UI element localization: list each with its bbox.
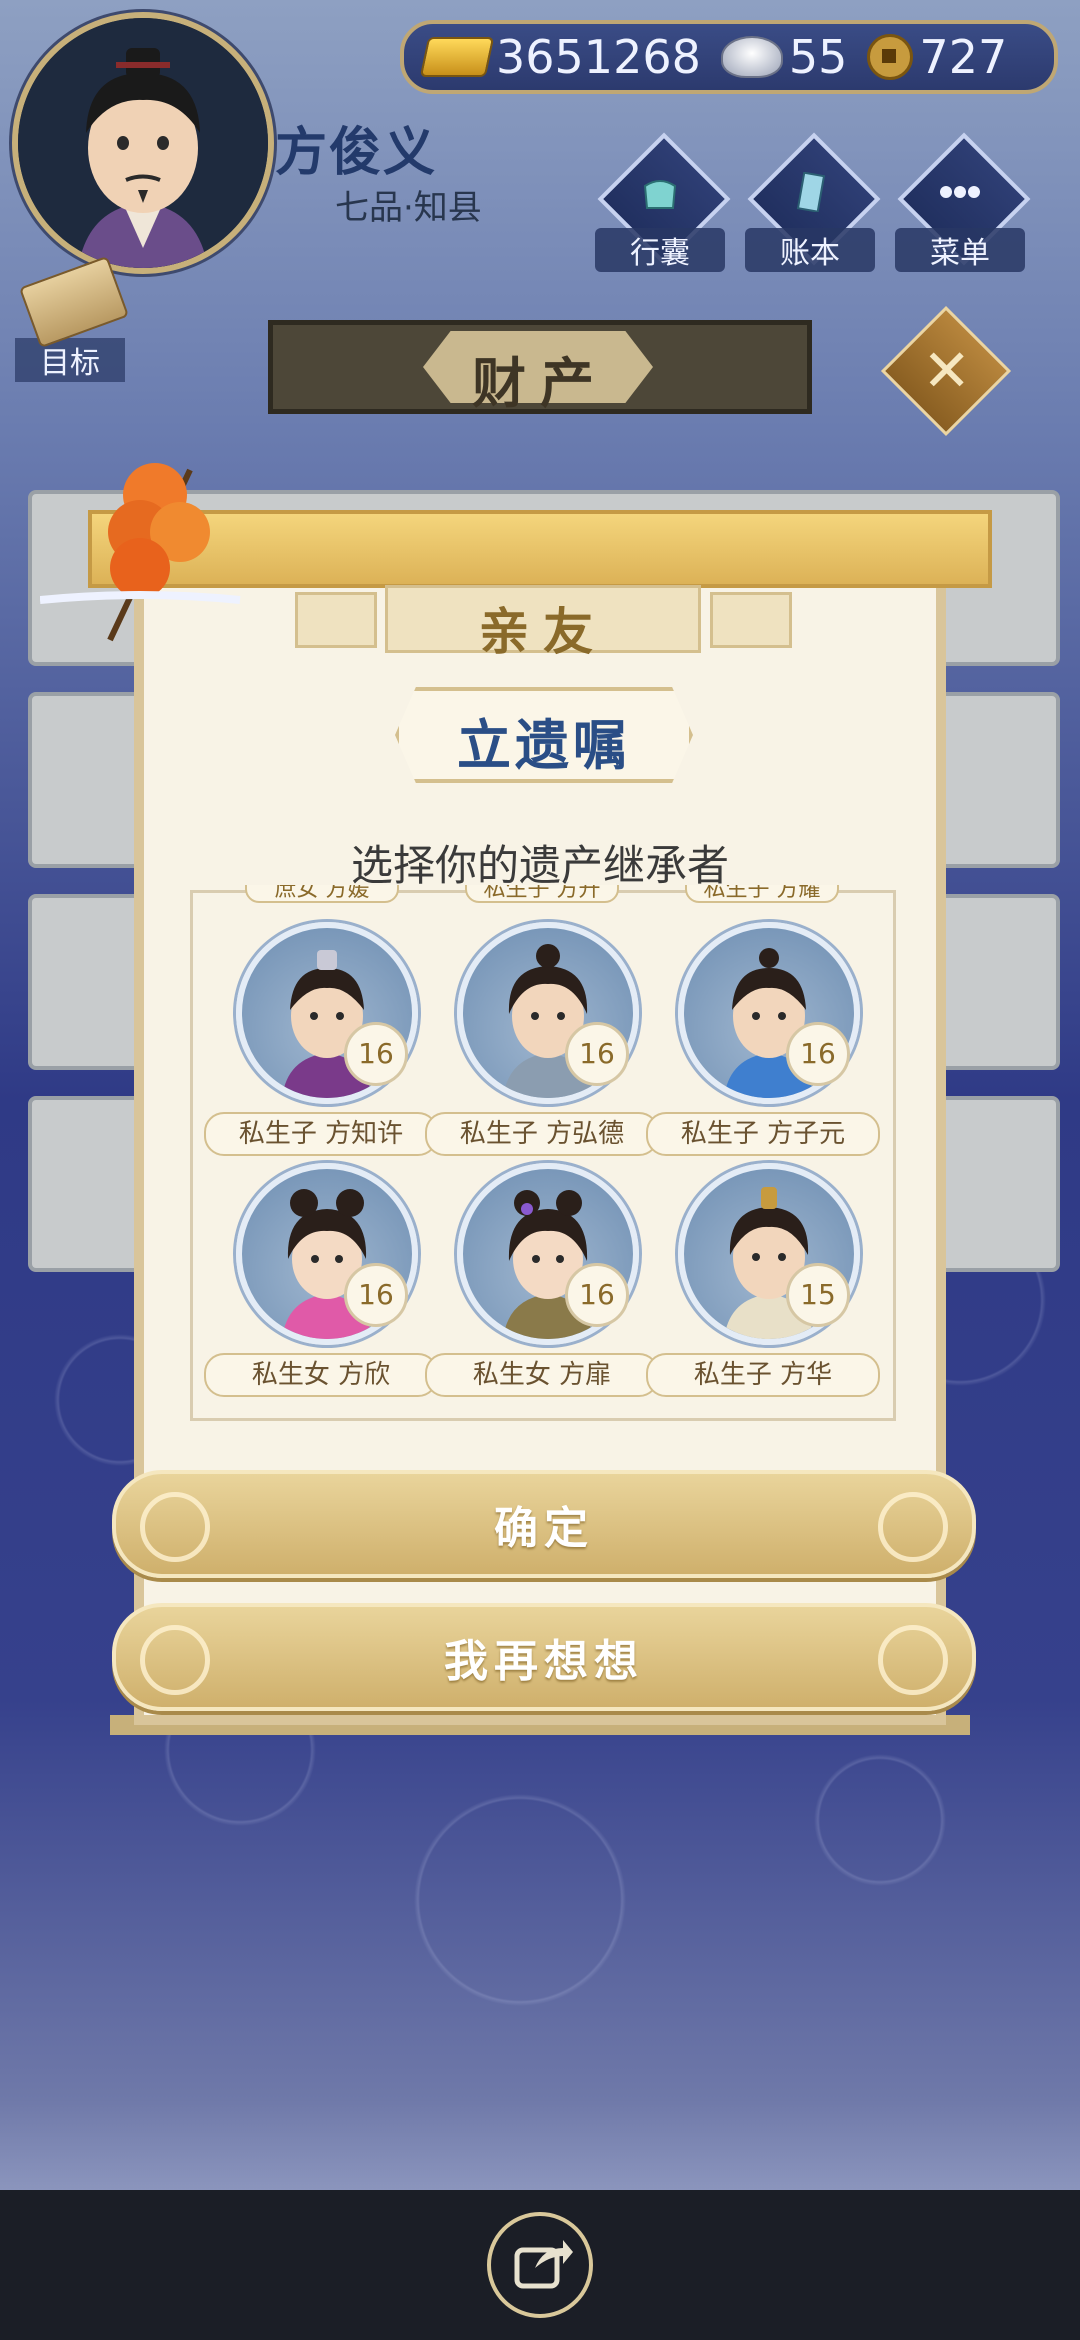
- confirm-label: 确定: [494, 1503, 594, 1554]
- goal-button[interactable]: 目标: [15, 255, 130, 382]
- will-title: 立遗嘱: [395, 687, 693, 783]
- scroll-icon: [18, 255, 130, 349]
- heir-name: 私生女 方欣: [204, 1353, 438, 1397]
- will-title-text: 立遗嘱: [457, 714, 631, 777]
- more-dots-icon: [940, 186, 980, 198]
- menu-label: 菜单: [895, 228, 1025, 272]
- candied-hawthorn-icon: [40, 463, 241, 642]
- heir-card[interactable]: 16 私生女 方欣: [204, 1163, 438, 1397]
- tab-title-text: 亲友: [479, 603, 607, 661]
- rethink-button[interactable]: 我再想想: [112, 1603, 976, 1711]
- dialog-subtitle: 选择你的遗产继承者: [350, 841, 729, 890]
- menu-button[interactable]: 菜单: [895, 132, 1031, 272]
- gold-value: 3651268: [496, 30, 701, 84]
- heir-name: 私生女 方扉: [425, 1353, 659, 1397]
- heir-name-partial: 庶女 方媛: [245, 885, 399, 903]
- gold-display: 3651268: [419, 30, 701, 84]
- player-name: 方俊义: [275, 123, 438, 183]
- heir-name-partial: 私生子 方耀: [685, 885, 839, 903]
- heir-card[interactable]: 16 私生子 方知许: [204, 922, 438, 1156]
- currency-bar: 3651268 55 727: [400, 20, 1058, 94]
- heir-name: 私生子 方弘德: [425, 1112, 659, 1156]
- bag-label: 行囊: [595, 228, 725, 272]
- age-badge: 16: [565, 1263, 629, 1327]
- silver-ingot-icon: [720, 36, 783, 78]
- ledger-label: 账本: [745, 228, 875, 272]
- confirm-button[interactable]: 确定: [112, 1470, 976, 1578]
- rethink-label: 我再想想: [444, 1636, 644, 1687]
- property-header: 财产: [268, 320, 812, 415]
- silver-value: 55: [788, 30, 848, 84]
- property-title: 财产: [472, 352, 608, 415]
- share-button[interactable]: [487, 2212, 593, 2318]
- heir-name-partial: 私生子 方升: [465, 885, 619, 903]
- ledger-button[interactable]: 账本: [745, 132, 881, 272]
- heir-card[interactable]: 15 私生子 方华: [646, 1163, 880, 1397]
- goal-label: 目标: [15, 338, 125, 382]
- scrolled-row: 庶女 方媛 私生子 方升 私生子 方耀: [200, 885, 880, 905]
- tab-title: 亲友: [385, 585, 701, 661]
- official-portrait-icon: [18, 18, 268, 268]
- player-avatar[interactable]: [12, 12, 274, 274]
- heir-name: 私生子 方华: [646, 1353, 880, 1397]
- silver-display: 55: [720, 30, 848, 84]
- share-icon: [514, 2240, 573, 2289]
- heir-card[interactable]: 16 私生子 方子元: [646, 922, 880, 1156]
- coin-value: 727: [919, 30, 1008, 84]
- age-badge: 16: [344, 1022, 408, 1086]
- ledger-book-icon: [796, 172, 826, 212]
- bag-icon: [643, 180, 677, 209]
- age-badge: 16: [565, 1022, 629, 1086]
- heir-name: 私生子 方子元: [646, 1112, 880, 1156]
- age-badge: 16: [786, 1022, 850, 1086]
- bag-button[interactable]: 行囊: [595, 132, 731, 272]
- gold-ingot-icon: [419, 37, 495, 77]
- heir-card[interactable]: 16 私生女 方扉: [425, 1163, 659, 1397]
- coin-display: 727: [867, 30, 1007, 84]
- heir-card[interactable]: 16 私生子 方弘德: [425, 922, 659, 1156]
- copper-coin-icon: [867, 34, 914, 80]
- heir-name: 私生子 方知许: [204, 1112, 438, 1156]
- age-badge: 15: [786, 1263, 850, 1327]
- age-badge: 16: [344, 1263, 408, 1327]
- close-icon: ✕: [922, 336, 972, 405]
- player-rank: 七品·知县: [335, 188, 482, 228]
- close-button[interactable]: ✕: [880, 305, 1012, 437]
